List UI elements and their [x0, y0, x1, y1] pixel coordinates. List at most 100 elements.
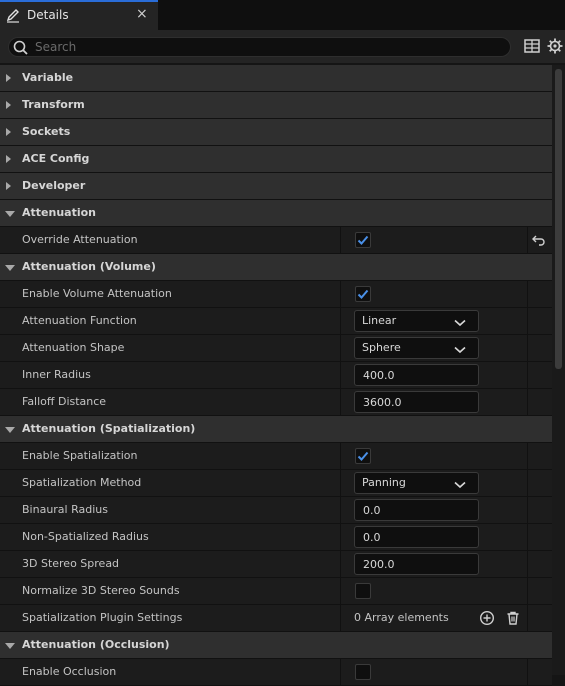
scrollbar[interactable] — [552, 65, 565, 675]
column-divider — [527, 551, 528, 578]
property-label: Attenuation Shape — [22, 341, 125, 354]
checkbox-enable-spatialization[interactable] — [355, 448, 371, 464]
category-attenuation[interactable]: Attenuation — [0, 200, 552, 227]
property-label: Non-Spatialized Radius — [22, 530, 149, 543]
category-label: Attenuation (Spatialization) — [22, 422, 196, 435]
column-divider — [340, 524, 341, 551]
property-label: 3D Stereo Spread — [22, 557, 120, 570]
property-label: Enable Occlusion — [22, 665, 117, 678]
property-row-falloff-distance: Falloff Distance — [0, 389, 552, 416]
array-count: 0 Array elements — [354, 611, 449, 624]
property-label: Spatialization Plugin Settings — [22, 611, 183, 624]
add-element-icon[interactable] — [479, 610, 495, 626]
category-developer[interactable]: Developer — [0, 173, 552, 200]
property-label: Inner Radius — [22, 368, 91, 381]
property-label: Enable Volume Attenuation — [22, 287, 172, 300]
expand-arrow-open-icon[interactable] — [5, 427, 15, 433]
category-label: Developer — [22, 179, 86, 192]
dropdown-attenuation-shape[interactable]: Sphere — [354, 337, 479, 359]
property-row-enable-spatialization: Enable Spatialization — [0, 443, 552, 470]
column-divider — [340, 578, 341, 605]
numeric-field-3d-stereo-spread[interactable] — [354, 553, 479, 575]
column-divider — [527, 389, 528, 416]
search-input[interactable] — [35, 39, 495, 55]
category-ace-config[interactable]: ACE Config — [0, 146, 552, 173]
checkbox-enable-volume-attenuation[interactable] — [355, 286, 371, 302]
column-divider — [340, 659, 341, 686]
column-divider — [527, 443, 528, 470]
checkbox-override-attenuation[interactable] — [355, 232, 371, 248]
column-divider — [527, 524, 528, 551]
column-divider — [527, 470, 528, 497]
column-divider — [340, 335, 341, 362]
column-divider — [340, 281, 341, 308]
dropdown-spatialization-method[interactable]: Panning — [354, 472, 479, 494]
expand-arrow-closed-icon[interactable] — [6, 101, 11, 109]
column-divider — [527, 335, 528, 362]
dropdown-value: Panning — [362, 476, 406, 489]
expand-arrow-closed-icon[interactable] — [6, 155, 11, 163]
column-divider — [340, 389, 341, 416]
toolbar — [0, 30, 565, 63]
column-divider — [527, 308, 528, 335]
numeric-field-falloff-distance[interactable] — [354, 391, 479, 413]
property-row-override-attenuation: Override Attenuation — [0, 227, 552, 254]
category-label: Transform — [22, 98, 85, 111]
expand-arrow-closed-icon[interactable] — [6, 182, 11, 190]
category-label: Attenuation (Occlusion) — [22, 638, 170, 651]
column-divider — [527, 281, 528, 308]
property-row-normalize-3d-stereo-sounds: Normalize 3D Stereo Sounds — [0, 578, 552, 605]
numeric-field-inner-radius[interactable] — [354, 364, 479, 386]
property-label: Enable Spatialization — [22, 449, 138, 462]
checkbox-enable-occlusion[interactable] — [355, 664, 371, 680]
expand-arrow-closed-icon[interactable] — [6, 128, 11, 136]
property-row-binaural-radius: Binaural Radius — [0, 497, 552, 524]
category-attenuation-volume[interactable]: Attenuation (Volume) — [0, 254, 552, 281]
property-row-spatialization-plugin-settings: Spatialization Plugin Settings 0 Array el… — [0, 605, 552, 632]
pencil-edit-icon — [6, 9, 19, 23]
property-label: Normalize 3D Stereo Sounds — [22, 584, 180, 597]
category-sockets[interactable]: Sockets — [0, 119, 552, 146]
tab-title: Details — [27, 8, 69, 22]
checkbox-normalize-3d-stereo-sounds[interactable] — [355, 583, 371, 599]
expand-arrow-open-icon[interactable] — [5, 265, 15, 271]
column-divider — [340, 470, 341, 497]
expand-arrow-open-icon[interactable] — [5, 211, 15, 217]
category-variable[interactable]: Variable — [0, 65, 552, 92]
column-divider — [340, 443, 341, 470]
property-label: Spatialization Method — [22, 476, 142, 489]
category-attenuation-spatialization[interactable]: Attenuation (Spatialization) — [0, 416, 552, 443]
settings-gear-icon[interactable] — [546, 37, 564, 55]
column-divider — [527, 659, 528, 686]
column-divider — [527, 497, 528, 524]
category-label: ACE Config — [22, 152, 90, 165]
category-label: Variable — [22, 71, 74, 84]
property-row-attenuation-shape: Attenuation Shape Sphere — [0, 335, 552, 362]
close-tab-button[interactable]: × — [136, 6, 148, 22]
search-box[interactable] — [8, 37, 511, 57]
reset-to-default-icon[interactable] — [531, 232, 547, 248]
scrollbar-thumb[interactable] — [555, 69, 562, 369]
tab-details[interactable]: Details × — [0, 0, 158, 30]
trash-icon[interactable] — [505, 610, 521, 626]
chevron-down-icon — [454, 344, 466, 357]
property-label: Binaural Radius — [22, 503, 108, 516]
numeric-field-binaural-radius[interactable] — [354, 499, 479, 521]
expand-arrow-closed-icon[interactable] — [6, 74, 11, 82]
property-label: Attenuation Function — [22, 314, 137, 327]
chevron-down-icon — [454, 479, 466, 492]
category-label: Attenuation — [22, 206, 96, 219]
column-divider — [340, 497, 341, 524]
dropdown-value: Sphere — [362, 341, 401, 354]
expand-arrow-open-icon[interactable] — [5, 643, 15, 649]
property-label: Override Attenuation — [22, 233, 138, 246]
category-attenuation-occlusion[interactable]: Attenuation (Occlusion) — [0, 632, 552, 659]
numeric-field-non-spatialized-radius[interactable] — [354, 526, 479, 548]
category-transform[interactable]: Transform — [0, 92, 552, 119]
dropdown-value: Linear — [362, 314, 397, 327]
table-view-icon[interactable] — [523, 37, 541, 55]
search-icon — [13, 40, 28, 55]
dropdown-attenuation-function[interactable]: Linear — [354, 310, 479, 332]
property-row-spatialization-method: Spatialization Method Panning — [0, 470, 552, 497]
property-row-3d-stereo-spread: 3D Stereo Spread — [0, 551, 552, 578]
